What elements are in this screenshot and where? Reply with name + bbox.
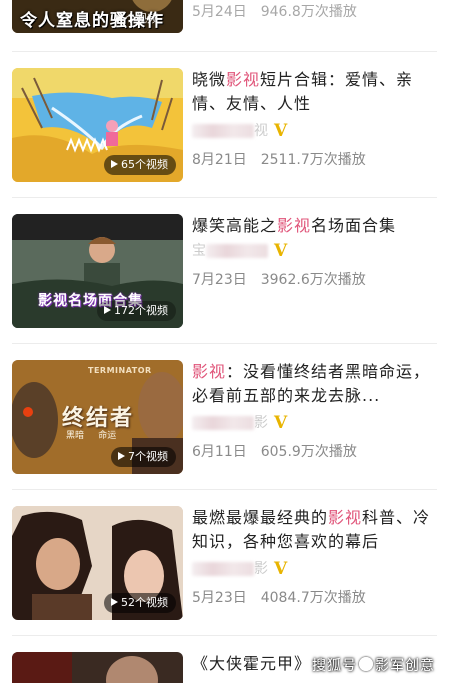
play-count: 605.9万次播放 bbox=[260, 444, 357, 460]
video-count-label: 172个视频 bbox=[114, 304, 168, 317]
poster-subtitle: 黑暗 命运 bbox=[66, 431, 117, 441]
play-icon bbox=[111, 598, 118, 606]
author-name: 影 bbox=[254, 561, 268, 577]
title-text: 名场面合集 bbox=[311, 216, 397, 235]
poster-brand: TERMINATOR bbox=[88, 366, 152, 375]
title-highlight: 影视 bbox=[226, 70, 261, 89]
collection-title[interactable]: 晓微影视短片合辑：爱情、亲情、友情、人性 bbox=[192, 68, 432, 116]
author-row[interactable]: 宝V bbox=[192, 240, 288, 261]
publish-date: 8月21日 bbox=[192, 152, 247, 168]
video-count-label: 7个视频 bbox=[128, 450, 168, 463]
collection-title[interactable]: 最燃最爆最经典的影视科普、冷知识，各种您喜欢的幕后 bbox=[192, 506, 432, 554]
author-name: 视 bbox=[254, 123, 268, 139]
video-count-label: 52个视频 bbox=[121, 596, 168, 609]
video-meta: 5月24日 946.8万次播放 bbox=[192, 1, 357, 21]
play-icon bbox=[111, 160, 118, 168]
title-text: 爆笑高能之 bbox=[192, 216, 278, 235]
play-count: 3962.6万次播放 bbox=[260, 272, 366, 288]
watermark-text: 搜狐号 bbox=[312, 658, 357, 674]
divider bbox=[12, 197, 437, 198]
author-row[interactable]: 影V bbox=[192, 558, 288, 579]
video-meta: 8月21日 2511.7万次播放 bbox=[192, 149, 366, 169]
video-count-label: 65个视频 bbox=[121, 158, 168, 171]
verified-icon: V bbox=[274, 413, 288, 433]
play-count: 946.8万次播放 bbox=[260, 4, 357, 20]
title-text: ：没看懂终结者黑暗命运，必看前五部的来龙去脉... bbox=[192, 362, 431, 405]
divider bbox=[12, 635, 437, 636]
collection-title[interactable]: 爆笑高能之影视名场面合集 bbox=[192, 214, 432, 238]
video-count-badge: 172个视频 bbox=[97, 301, 176, 321]
author-row[interactable]: 视V bbox=[192, 120, 288, 141]
publish-date: 5月23日 bbox=[192, 590, 247, 606]
verified-icon: V bbox=[274, 559, 288, 579]
publish-date: 6月11日 bbox=[192, 444, 247, 460]
video-count-badge: 7个视频 bbox=[111, 447, 176, 467]
video-meta: 5月23日 4084.7万次播放 bbox=[192, 587, 366, 607]
video-count-badge: 个视频 bbox=[116, 10, 158, 26]
blurred-author-name bbox=[192, 124, 254, 138]
divider bbox=[12, 489, 437, 490]
play-icon bbox=[118, 452, 125, 460]
publish-date: 5月24日 bbox=[192, 4, 247, 20]
collection-title[interactable]: 影视：没看懂终结者黑暗命运，必看前五部的来龙去脉... bbox=[192, 360, 432, 408]
title-highlight: 影视 bbox=[192, 362, 227, 381]
video-count-badge: 65个视频 bbox=[104, 155, 176, 175]
video-thumbnail[interactable]: 52个视频 bbox=[12, 506, 183, 620]
title-text: 晓微 bbox=[192, 70, 227, 89]
publish-date: 7月23日 bbox=[192, 272, 247, 288]
title-highlight: 影视 bbox=[328, 508, 363, 527]
watermark-logo-icon bbox=[359, 657, 373, 671]
divider bbox=[12, 343, 437, 344]
video-meta: 6月11日 605.9万次播放 bbox=[192, 441, 357, 461]
thumbnail-image bbox=[12, 652, 183, 683]
play-count: 2511.7万次播放 bbox=[260, 152, 366, 168]
blurred-author-name bbox=[206, 244, 268, 258]
blurred-author-name bbox=[192, 562, 254, 576]
author-name: 宝 bbox=[192, 243, 206, 259]
verified-icon: V bbox=[274, 241, 288, 261]
video-meta: 7月23日 3962.6万次播放 bbox=[192, 269, 366, 289]
verified-icon: V bbox=[274, 121, 288, 141]
watermark-text: 影军创意 bbox=[375, 658, 435, 674]
divider bbox=[12, 51, 437, 52]
video-thumbnail[interactable]: TERMINATOR 终结者 黑暗 命运 7个视频 bbox=[12, 360, 183, 474]
author-row[interactable]: 影V bbox=[192, 412, 288, 433]
video-count-badge: 52个视频 bbox=[104, 593, 176, 613]
video-thumbnail[interactable]: 65个视频 bbox=[12, 68, 183, 182]
title-text: 最燃最爆最经典的 bbox=[192, 508, 329, 527]
play-icon bbox=[104, 306, 111, 314]
author-name: 影 bbox=[254, 415, 268, 431]
blurred-author-name bbox=[192, 416, 254, 430]
video-thumbnail[interactable]: 影视名场面合集 172个视频 bbox=[12, 214, 183, 328]
video-count-label: 个视频 bbox=[125, 12, 158, 25]
play-count: 4084.7万次播放 bbox=[260, 590, 366, 606]
video-thumbnail[interactable] bbox=[12, 652, 183, 683]
video-thumbnail[interactable]: 令人窒息的骚操作 个视频 bbox=[12, 0, 183, 33]
title-highlight: 影视 bbox=[277, 216, 312, 235]
play-icon bbox=[116, 14, 122, 22]
watermark: 搜狐号 影军创意 bbox=[312, 655, 435, 675]
